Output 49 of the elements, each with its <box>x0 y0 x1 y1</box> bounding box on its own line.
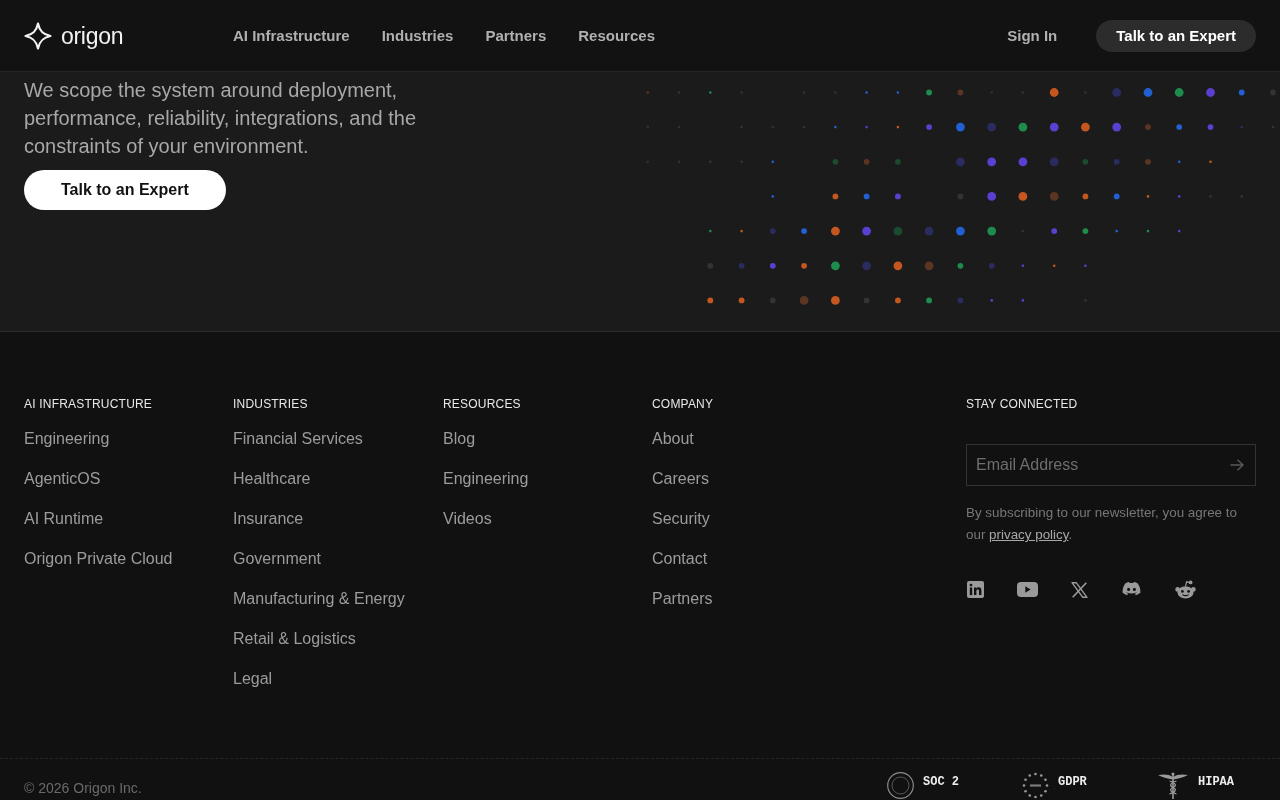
footer-link[interactable]: Healthcare <box>233 469 311 489</box>
badge-title: HIPAA <box>1198 775 1234 789</box>
footer-link[interactable]: Engineering <box>24 429 110 449</box>
x-logo-icon[interactable] <box>1071 581 1088 598</box>
copyright-text: © 2026 Origon Inc. <box>24 780 142 796</box>
talk-to-expert-button[interactable]: Talk to an Expert <box>1096 19 1256 52</box>
caduceus-icon <box>1157 772 1189 799</box>
newsletter-note: By subscribing to our newsletter, you agree to our privacy policy. <box>966 504 1238 544</box>
hero-paragraph: We scope the system around deployment, performance, reliability, integrations, and the constraints of your environment. <box>24 78 418 159</box>
nav-link[interactable]: AI Infrastructure <box>233 26 350 45</box>
sign-in-link[interactable]: Sign In <box>1007 26 1058 45</box>
footer-link[interactable]: Engineering <box>443 469 529 489</box>
column-heading: STAY CONNECTED <box>966 397 1079 411</box>
badge-title: GDPR <box>1058 775 1087 789</box>
footer-link[interactable]: Manufacturing & Energy <box>233 589 405 609</box>
footer-link[interactable]: About <box>652 429 694 449</box>
footer-link[interactable]: Security <box>652 509 710 529</box>
footer-link[interactable]: Careers <box>652 469 709 489</box>
certification-seal-icon <box>887 772 914 799</box>
footer-link[interactable]: Blog <box>443 429 476 449</box>
nav-link[interactable]: Partners <box>485 26 547 45</box>
footer-link[interactable]: Government <box>233 549 322 569</box>
talk-to-expert-button[interactable]: Talk to an Expert <box>24 170 226 210</box>
nav-link[interactable]: Resources <box>578 26 655 45</box>
footer-link[interactable]: Origon Private Cloud <box>24 549 173 569</box>
arrow-right-icon[interactable] <box>1230 459 1244 471</box>
email-field[interactable]: Email Address <box>966 444 1256 486</box>
footer-link[interactable]: Retail & Logistics <box>233 629 356 649</box>
reddit-icon[interactable] <box>1175 580 1196 599</box>
footer-link[interactable]: AgenticOS <box>24 469 101 489</box>
footer-link[interactable]: AI Runtime <box>24 509 104 529</box>
logo-wordmark[interactable]: origon <box>61 22 124 49</box>
logo-icon[interactable] <box>24 21 52 50</box>
footer-link[interactable]: Financial Services <box>233 429 363 449</box>
footer-link[interactable]: Legal <box>233 669 273 689</box>
column-heading: AI INFRASTRUCTURE <box>24 397 154 411</box>
column-heading: COMPANY <box>652 397 715 411</box>
discord-icon[interactable] <box>1121 581 1142 598</box>
column-heading: RESOURCES <box>443 397 522 411</box>
footer-link[interactable]: Videos <box>443 509 492 529</box>
footer-link[interactable]: Partners <box>652 589 713 609</box>
star-ring-icon <box>1022 772 1049 799</box>
youtube-icon[interactable] <box>1017 582 1038 597</box>
column-heading: INDUSTRIES <box>233 397 309 411</box>
footer-link[interactable]: Contact <box>652 549 708 569</box>
footer-link[interactable]: Insurance <box>233 509 304 529</box>
linkedin-icon[interactable] <box>967 581 984 598</box>
nav-link[interactable]: Industries <box>381 26 454 45</box>
badge-title: SOC 2 <box>923 775 959 789</box>
